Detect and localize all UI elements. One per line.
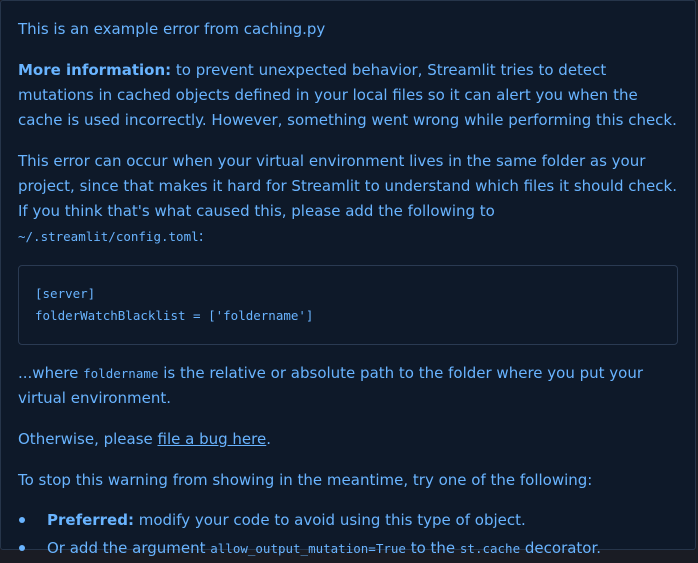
otherwise-text: Otherwise, please bbox=[18, 430, 158, 448]
foldername-paragraph: ...where foldername is the relative or a… bbox=[18, 361, 678, 411]
more-information-paragraph: More information: to prevent unexpected … bbox=[18, 58, 678, 133]
list-item: Or add the argument allow_output_mutatio… bbox=[18, 534, 678, 563]
virtual-env-paragraph: This error can occur when your virtual e… bbox=[18, 149, 678, 249]
foldername-code: foldername bbox=[83, 366, 159, 381]
warning-alert: This is an example error from caching.py… bbox=[0, 0, 696, 557]
otherwise-paragraph: Otherwise, please file a bug here. bbox=[18, 427, 678, 452]
allow-output-mutation-code: allow_output_mutation=True bbox=[210, 541, 406, 556]
bullet-icon bbox=[19, 545, 25, 551]
preferred-text: modify your code to avoid using this typ… bbox=[133, 511, 526, 529]
code-line: [server] bbox=[35, 286, 96, 301]
preferred-label: Preferred: bbox=[47, 511, 134, 529]
st-cache-code: st.cache bbox=[459, 541, 521, 556]
stop-warning-paragraph: To stop this warning from showing in the… bbox=[18, 471, 593, 489]
option-text-middle: to the bbox=[405, 539, 460, 557]
option-text: Or add the argument bbox=[47, 539, 211, 557]
option-text-end: decorator. bbox=[520, 539, 602, 557]
virtual-env-text: This error can occur when your virtual e… bbox=[18, 152, 677, 220]
otherwise-text-end: . bbox=[266, 430, 272, 448]
config-path-code: ~/.streamlit/config.toml bbox=[18, 229, 199, 244]
list-item: Preferred: modify your code to avoid usi… bbox=[18, 506, 678, 534]
code-line: folderWatchBlacklist = ['foldername'] bbox=[35, 308, 314, 323]
more-information-label: More information: bbox=[18, 61, 172, 79]
virtual-env-text-end: : bbox=[198, 227, 204, 245]
error-source-text: This is an example error from caching.py bbox=[18, 20, 326, 38]
foldername-text: ...where bbox=[18, 364, 84, 382]
config-code-block: [server] folderWatchBlacklist = ['foldern… bbox=[18, 265, 678, 345]
bullet-icon bbox=[19, 517, 25, 523]
options-list: Preferred: modify your code to avoid usi… bbox=[18, 506, 678, 563]
file-bug-link[interactable]: file a bug here bbox=[158, 430, 267, 448]
